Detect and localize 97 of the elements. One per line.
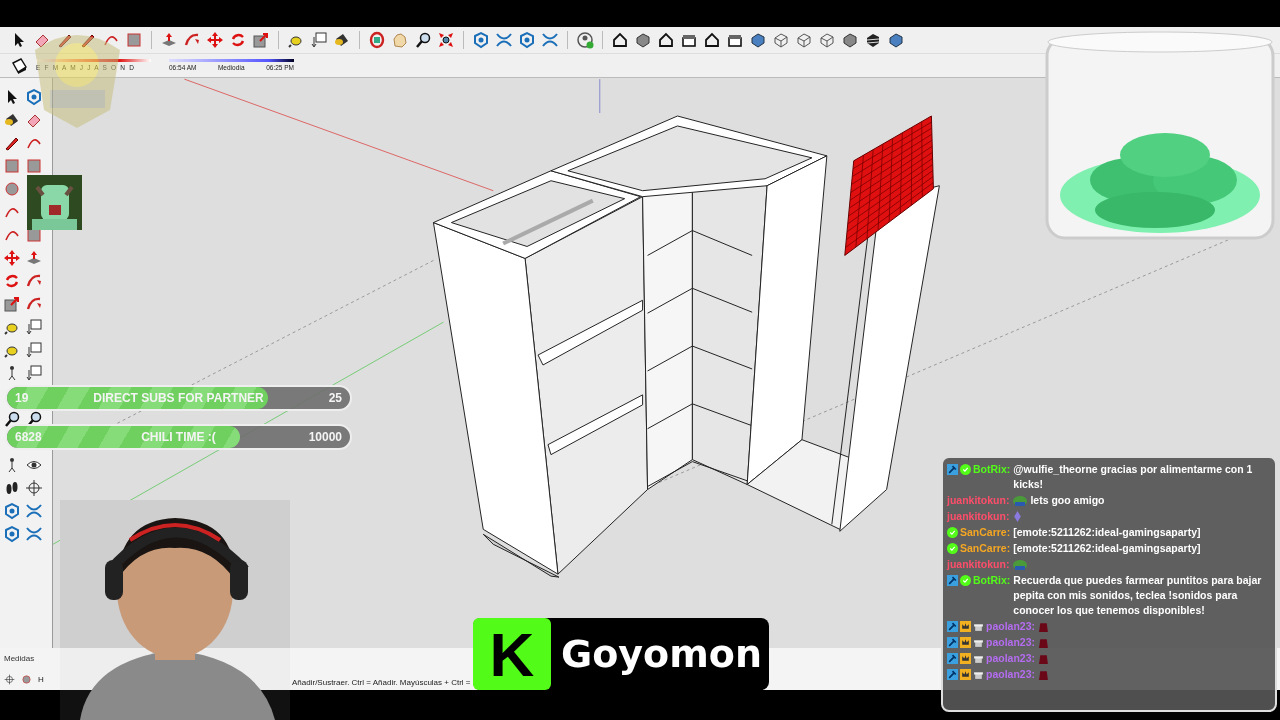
hammer-icon xyxy=(947,621,958,632)
gift-icon xyxy=(973,653,984,664)
gift-icon xyxy=(973,669,984,680)
circle-icon[interactable] xyxy=(3,180,21,198)
cross-icon[interactable] xyxy=(25,525,43,543)
cross-icon[interactable] xyxy=(495,31,513,49)
chat-username: paolan23: xyxy=(986,635,1035,650)
verified-icon xyxy=(947,543,958,554)
chat-message: lets goo amigo xyxy=(1030,493,1106,508)
cube-icon[interactable] xyxy=(841,31,859,49)
scale-icon[interactable] xyxy=(252,31,270,49)
component-icon[interactable] xyxy=(472,31,490,49)
rotate-icon[interactable] xyxy=(229,31,247,49)
paint-bucket-icon[interactable] xyxy=(3,111,21,129)
goal-current: 6828 xyxy=(15,430,42,444)
layers-icon[interactable] xyxy=(518,31,536,49)
component-icon[interactable] xyxy=(3,502,21,520)
chat-username: juankitokun: xyxy=(947,493,1010,508)
push-pull-icon[interactable] xyxy=(160,31,178,49)
orbit-icon[interactable] xyxy=(368,31,386,49)
frog-emote-icon xyxy=(1012,559,1029,570)
hammer-icon xyxy=(947,575,958,586)
move-icon[interactable] xyxy=(206,31,224,49)
hammer-icon xyxy=(947,637,958,648)
gem-emote-icon xyxy=(1012,511,1024,522)
chat-username: SanCarre: xyxy=(960,525,1011,540)
component-icon[interactable] xyxy=(25,88,43,106)
mask-emote-icon xyxy=(1038,653,1049,664)
streamer-name: Goyomon xyxy=(561,632,762,676)
move-icon[interactable] xyxy=(3,249,21,267)
hammer-icon xyxy=(947,464,958,475)
house-icon[interactable] xyxy=(703,31,721,49)
hammer-icon xyxy=(947,669,958,680)
rectangle-icon[interactable] xyxy=(125,31,143,49)
chat-username: SanCarre: xyxy=(960,541,1011,556)
chat-message: [emote:5211262:ideal-gamingsaparty] xyxy=(1013,541,1202,556)
paint-bucket-icon[interactable] xyxy=(333,31,351,49)
cube-icon[interactable] xyxy=(634,31,652,49)
zoom-icon[interactable] xyxy=(414,31,432,49)
cross-icon[interactable] xyxy=(25,502,43,520)
chat-message: @wulfie_theorne gracias por alimentarme con 1 kicks! xyxy=(1013,462,1254,492)
chat-username: BotRix: xyxy=(973,462,1011,477)
chat-username: paolan23: xyxy=(986,667,1035,682)
hand-icon[interactable] xyxy=(391,31,409,49)
goal-label: CHILI TIME :( xyxy=(141,430,216,444)
mask-emote-icon xyxy=(1038,621,1049,632)
scale-icon[interactable] xyxy=(3,295,21,313)
chat-message: Recuerda que puedes farmear puntitos para bajar pepita con mis sonidos, teclea !sonidos para conocer los que tenemos disponibles! xyxy=(1013,573,1263,618)
info-icon[interactable] xyxy=(21,673,32,685)
house-icon[interactable] xyxy=(611,31,629,49)
goal-target: 10000 xyxy=(308,430,342,444)
axis-line xyxy=(599,78,601,114)
zoom-extents-icon[interactable] xyxy=(437,31,455,49)
gift-icon xyxy=(973,621,984,632)
zoom-icon[interactable] xyxy=(3,410,21,428)
hammer-icon xyxy=(947,653,958,664)
chat-username: paolan23: xyxy=(986,619,1035,634)
cube-icon[interactable] xyxy=(887,31,905,49)
chat-username: juankitokun: xyxy=(947,509,1010,524)
crown-icon xyxy=(960,669,971,680)
mask-emote-icon xyxy=(1038,669,1049,680)
shadow-icon[interactable] xyxy=(10,56,28,75)
goal-target: 25 xyxy=(328,391,342,405)
target-icon[interactable] xyxy=(25,479,43,497)
status-hint: Añadir/Sustraer. Ctrl = Añadir. Mayúsculas + Ctrl = xyxy=(292,678,471,687)
text-icon[interactable] xyxy=(310,31,328,49)
rectangle-icon[interactable] xyxy=(3,157,21,175)
verified-icon xyxy=(960,575,971,586)
dimension-icon[interactable] xyxy=(25,318,43,336)
chat-message: [emote:5211262:ideal-gamingsaparty] xyxy=(1013,525,1202,540)
cube-icon[interactable] xyxy=(749,31,767,49)
gift-icon xyxy=(973,637,984,648)
chat-username: BotRix: xyxy=(973,573,1011,588)
status-hint: H xyxy=(38,674,44,684)
frog-emote-icon xyxy=(1012,495,1029,506)
account-icon[interactable] xyxy=(576,31,594,49)
crown-icon xyxy=(960,653,971,664)
crown-icon xyxy=(960,637,971,648)
goal-label: DIRECT SUBS FOR PARTNER xyxy=(93,391,264,405)
house-icon[interactable] xyxy=(657,31,675,49)
chat-username: juankitokun: xyxy=(947,557,1010,572)
rectangle-icon[interactable] xyxy=(25,157,43,175)
chat-username: paolan23: xyxy=(986,651,1035,666)
goal-current: 19 xyxy=(15,391,29,405)
measurements-label: Medidas xyxy=(4,653,35,663)
push-pull-icon[interactable] xyxy=(25,249,43,267)
layers-icon[interactable] xyxy=(3,525,21,543)
cube-icon[interactable] xyxy=(864,31,882,49)
verified-icon xyxy=(960,464,971,475)
logo: K xyxy=(473,618,551,690)
cross-icon[interactable] xyxy=(541,31,559,49)
crown-icon xyxy=(960,621,971,632)
rotate-icon[interactable] xyxy=(3,272,21,290)
text-icon[interactable] xyxy=(25,341,43,359)
verified-icon xyxy=(947,527,958,538)
help-icon[interactable] xyxy=(4,673,15,685)
text-icon[interactable] xyxy=(25,364,43,382)
